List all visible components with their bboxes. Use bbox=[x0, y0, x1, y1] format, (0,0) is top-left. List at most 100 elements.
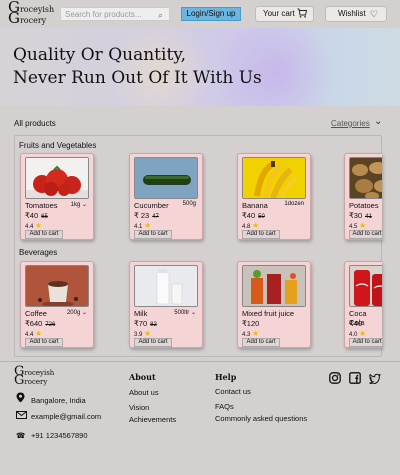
hero-line2: Never Run Out Of It With Us bbox=[13, 68, 262, 88]
footer-address: Bangalore, India bbox=[16, 392, 86, 405]
product-rating: 4.5 ★ bbox=[349, 221, 367, 230]
star-icon: ★ bbox=[252, 329, 260, 338]
product-image-banana[interactable] bbox=[242, 157, 306, 199]
product-price: ₹ 23 47 bbox=[134, 211, 159, 220]
product-rating: 4.4 ★ bbox=[25, 221, 43, 230]
footer-link-vision[interactable]: Vision bbox=[129, 403, 149, 412]
cart-icon bbox=[297, 8, 308, 22]
add-to-cart-button[interactable]: Add to cart bbox=[134, 230, 172, 239]
product-card[interactable]: Coffee 200g ⌄ ₹640 726 4.4 ★ Add to cart bbox=[20, 261, 94, 348]
product-qty[interactable]: 500ltr ⌄ bbox=[174, 309, 196, 316]
hero-banner: Quality Or Quantity, Never Run Out Of It… bbox=[0, 28, 400, 106]
search-icon[interactable]: ⌕ bbox=[158, 10, 163, 21]
add-to-cart-button[interactable]: Add to cart bbox=[242, 230, 280, 239]
product-image-potatoes[interactable] bbox=[349, 157, 382, 199]
login-button[interactable]: Login/Sign up bbox=[181, 7, 241, 21]
star-icon: ★ bbox=[359, 329, 367, 338]
hero-title: Quality Or Quantity, Never Run Out Of It… bbox=[13, 44, 262, 90]
hero-line1: Quality Or Quantity, bbox=[13, 45, 187, 65]
product-card[interactable]: Tomatoes 1kg ⌄ ₹40 65 4.4 ★ Add to cart bbox=[20, 153, 94, 240]
section-title: Fruits and Vegetables bbox=[19, 141, 97, 150]
product-price: ₹40 50 bbox=[242, 211, 265, 220]
product-qty[interactable]: 200g ⌄ bbox=[67, 309, 87, 316]
instagram-icon[interactable] bbox=[329, 371, 341, 384]
product-card[interactable]: Potatoes ₹30 41 4.5 ★ Add to cart bbox=[344, 153, 382, 240]
add-to-cart-button[interactable]: Add to cart bbox=[25, 338, 63, 347]
mail-icon bbox=[16, 411, 28, 421]
product-image-tomatoes[interactable] bbox=[25, 157, 89, 199]
phone-text[interactable]: +91 1234567890 bbox=[31, 431, 88, 440]
product-rating: 3.9 ★ bbox=[134, 329, 152, 338]
product-mrp: 41 bbox=[365, 214, 372, 220]
add-to-cart-button[interactable]: Add to cart bbox=[349, 230, 382, 239]
product-rating: 4.0 ★ bbox=[349, 329, 367, 338]
add-to-cart-button[interactable]: Add to cart bbox=[25, 230, 63, 239]
product-name[interactable]: Mixed fruit juice bbox=[242, 309, 294, 318]
product-image-milk[interactable] bbox=[134, 265, 198, 307]
twitter-icon[interactable] bbox=[369, 371, 381, 385]
footer-logo[interactable]: Groceyish Grocery bbox=[14, 365, 55, 387]
footer-phone[interactable]: ☎ +91 1234567890 bbox=[16, 431, 88, 440]
heart-icon: ♡ bbox=[369, 9, 378, 19]
footer-link-about-us[interactable]: About us bbox=[129, 388, 159, 397]
star-icon: ★ bbox=[35, 221, 43, 230]
help-heading: Help bbox=[215, 372, 237, 382]
product-name[interactable]: Banana bbox=[242, 201, 268, 210]
footer-link-contact-us[interactable]: Contact us bbox=[215, 387, 251, 396]
product-image-coca-cola[interactable] bbox=[349, 265, 382, 307]
star-icon: ★ bbox=[359, 221, 367, 230]
product-card[interactable]: Banana 1dozen ₹40 50 4.8 ★ Add to cart bbox=[237, 153, 311, 240]
cart-label: Your cart bbox=[263, 9, 295, 18]
product-image-juice[interactable] bbox=[242, 265, 306, 307]
product-price: ₹640 726 bbox=[25, 319, 56, 328]
product-mrp: 82 bbox=[150, 322, 157, 328]
phone-icon: ☎ bbox=[16, 431, 26, 440]
product-rating: 4.3 ★ bbox=[242, 329, 260, 338]
product-rating: 4.1 ★ bbox=[134, 221, 152, 230]
email-text[interactable]: example@gmail.com bbox=[31, 412, 101, 421]
footer-link-achievements[interactable]: Achievements bbox=[129, 415, 176, 424]
product-card[interactable]: Cucumber 500g ₹ 23 47 4.1 ★ Add to cart bbox=[129, 153, 203, 240]
logo-line1: roceyish bbox=[19, 5, 55, 14]
product-card[interactable]: Coca Cola ₹40 4.0 ★ Add to cart bbox=[344, 261, 382, 348]
product-image-coffee[interactable] bbox=[25, 265, 89, 307]
star-icon: ★ bbox=[144, 329, 152, 338]
wishlist-label: Wishlist bbox=[338, 9, 366, 18]
product-mrp: 50 bbox=[258, 214, 265, 220]
footer-divider bbox=[0, 361, 400, 362]
all-products-label: All products bbox=[14, 119, 56, 128]
product-mrp: 726 bbox=[45, 322, 56, 328]
product-name[interactable]: Milk bbox=[134, 309, 147, 318]
add-to-cart-button[interactable]: Add to cart bbox=[134, 338, 172, 347]
wishlist-button[interactable]: Wishlist ♡ bbox=[325, 6, 387, 22]
logo-line2: rocery bbox=[19, 16, 47, 25]
product-card[interactable]: Mixed fruit juice ₹120 4.3 ★ Add to cart bbox=[237, 261, 311, 348]
cart-button[interactable]: Your cart bbox=[255, 6, 314, 22]
product-name[interactable]: Cucumber bbox=[134, 201, 169, 210]
product-card[interactable]: Milk 500ltr ⌄ ₹70 82 3.9 ★ Add to cart bbox=[129, 261, 203, 348]
categories-link[interactable]: Categories bbox=[331, 119, 370, 128]
footer-link-common-questions[interactable]: Commonly asked questions bbox=[215, 414, 307, 423]
product-price: ₹40 bbox=[349, 319, 363, 328]
product-image-cucumber[interactable] bbox=[134, 157, 198, 199]
product-name[interactable]: Potatoes bbox=[349, 201, 379, 210]
product-qty[interactable]: 500g bbox=[183, 201, 196, 207]
product-price: ₹40 65 bbox=[25, 211, 48, 220]
search-input[interactable]: Search for products... ⌕ bbox=[60, 7, 170, 21]
product-name[interactable]: Coffee bbox=[25, 309, 47, 318]
footer-logo-line1: roceyish bbox=[24, 369, 55, 377]
product-price: ₹70 82 bbox=[134, 319, 157, 328]
logo[interactable]: Groceyish Grocery bbox=[8, 0, 55, 26]
add-to-cart-button[interactable]: Add to cart bbox=[242, 338, 280, 347]
star-icon: ★ bbox=[252, 221, 260, 230]
add-to-cart-button[interactable]: Add to cart bbox=[349, 338, 382, 347]
product-qty[interactable]: 1dozen bbox=[284, 201, 304, 207]
product-qty[interactable]: 1kg ⌄ bbox=[71, 201, 87, 208]
address-text: Bangalore, India bbox=[31, 396, 86, 405]
facebook-icon[interactable] bbox=[349, 371, 361, 384]
footer-logo-line2: rocery bbox=[24, 378, 48, 386]
footer-link-faqs[interactable]: FAQs bbox=[215, 402, 234, 411]
product-name[interactable]: Tomatoes bbox=[25, 201, 58, 210]
footer-email[interactable]: example@gmail.com bbox=[16, 411, 101, 421]
chevron-down-icon[interactable]: ⌄ bbox=[374, 116, 382, 127]
